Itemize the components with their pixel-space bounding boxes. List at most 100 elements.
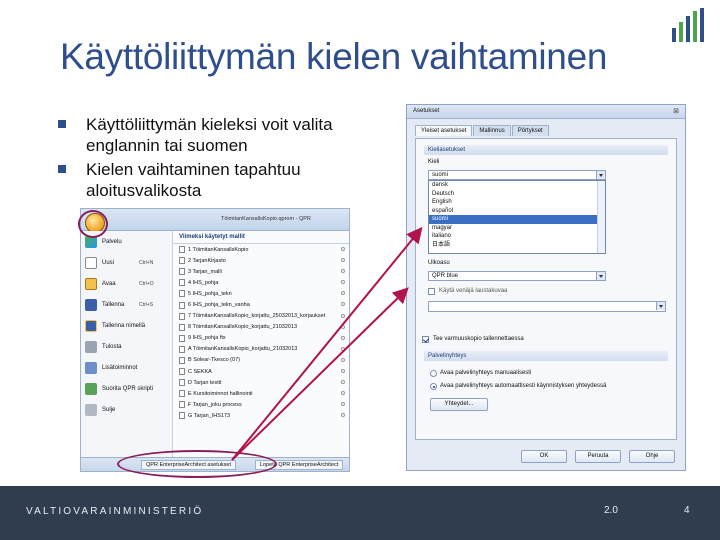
recent-item[interactable]: 7 TöimitanKansallsKopio_korjattu_2503201…: [173, 311, 349, 322]
footer-bar: VALTIOVARAINMINISTERIÖ 2.0 4: [0, 486, 720, 540]
document-icon: [179, 390, 185, 398]
chevron-down-icon[interactable]: [596, 171, 605, 179]
recent-item[interactable]: 3 Tarjan_malli: [173, 266, 349, 277]
radio-manual[interactable]: [430, 370, 437, 377]
menu-item-tallenna-nimella[interactable]: Tallenna nimellä: [81, 315, 172, 336]
language-option[interactable]: English: [429, 198, 605, 207]
print-icon: [85, 340, 97, 353]
pin-icon[interactable]: [341, 302, 345, 307]
footer-date: 2.0: [604, 505, 618, 516]
menu-item-avaa[interactable]: Avaa Ctrl+O: [81, 273, 172, 294]
pin-icon[interactable]: [341, 269, 345, 274]
recent-item[interactable]: C SEKKA: [173, 366, 349, 377]
language-select[interactable]: suomi: [428, 170, 606, 180]
menu-item-tallenna[interactable]: Tallenna Ctrl+S: [81, 294, 172, 315]
recent-item[interactable]: B Solear-Tkesco (07): [173, 355, 349, 366]
pin-icon[interactable]: [341, 380, 345, 385]
pin-icon[interactable]: [341, 346, 345, 351]
backup-checkbox[interactable]: [422, 336, 429, 343]
menu-item-uusi[interactable]: Uusi Ctrl+N: [81, 252, 172, 273]
radio-auto[interactable]: [430, 383, 437, 390]
language-option[interactable]: italiano: [429, 232, 605, 241]
pin-icon[interactable]: [341, 391, 345, 396]
recent-item[interactable]: 8 TöimitanKansallsKopio_korjattu_2103201…: [173, 322, 349, 333]
language-option[interactable]: 日本語: [429, 241, 605, 250]
general-pane: Kieliasetukset Kieli suomi Ulkoasu QPR b…: [415, 138, 677, 440]
background-path-field[interactable]: [428, 301, 666, 312]
language-option[interactable]: Deutsch: [429, 190, 605, 199]
chevron-down-icon[interactable]: [596, 272, 605, 280]
recent-header: Viimeksi käytetyt mallit: [173, 231, 349, 244]
recent-item[interactable]: G Tarjan_IHS173: [173, 410, 349, 421]
document-icon: [179, 312, 185, 320]
pin-icon[interactable]: [341, 280, 345, 285]
pin-icon[interactable]: [341, 247, 345, 251]
recent-item[interactable]: 6 IHS_pohja_tekn_vanha: [173, 299, 349, 310]
pin-icon[interactable]: [341, 369, 345, 374]
tools-icon: [85, 361, 97, 374]
bullet-list: Käyttöliittymän kieleksi voit valita eng…: [58, 114, 358, 201]
save-as-icon: [85, 319, 97, 332]
recent-models-panel: Viimeksi käytetyt mallit 1 TöimitanKansa…: [173, 231, 349, 457]
dropdown-scrollbar[interactable]: [597, 181, 605, 253]
radio-auto-label: Avaa palvelinyhteys automaattisesti käyn…: [440, 383, 607, 389]
language-option[interactable]: dansk: [429, 181, 605, 190]
language-option[interactable]: español: [429, 207, 605, 216]
recent-item[interactable]: A TöimitanKansallsKopio_korjattu_2103201…: [173, 344, 349, 355]
pin-icon[interactable]: [341, 313, 345, 318]
pin-icon[interactable]: [341, 335, 345, 340]
radio-manual-label: Avaa palvelinyhteys manuaalisesti: [440, 370, 532, 376]
window-title: TöimitanKansallsKopio.qprom - QPR: [221, 216, 311, 222]
highlight-circle-office-button: [78, 210, 108, 238]
close-icon: [85, 403, 97, 416]
backup-label: Tee varmuuskopio tallennettaessa: [433, 336, 524, 342]
document-icon: [179, 412, 185, 420]
language-option[interactable]: suomi: [429, 215, 605, 224]
menu-item-suorita-skripti[interactable]: Suorita QPR skripti: [81, 378, 172, 399]
pin-icon[interactable]: [341, 324, 345, 329]
recent-item[interactable]: 9 IHS_pohja ftx: [173, 333, 349, 344]
connections-button[interactable]: Yhteydet...: [430, 398, 488, 411]
ok-button[interactable]: OK: [521, 450, 567, 463]
dialog-titlebar: Asetukset ⊠: [407, 105, 685, 119]
background-checkbox[interactable]: [428, 288, 435, 295]
highlight-circle-settings: [117, 450, 277, 478]
recent-item[interactable]: E Kursitoiminnot hallinointi: [173, 388, 349, 399]
document-icon: [179, 279, 185, 287]
menu-titlebar: TöimitanKansallsKopio.qprom - QPR: [81, 209, 349, 233]
pin-icon[interactable]: [341, 413, 345, 418]
tab-general[interactable]: Yleiset asetukset: [415, 125, 473, 136]
menu-item-tulosta[interactable]: Tulosta: [81, 336, 172, 357]
language-option[interactable]: magyar: [429, 224, 605, 233]
menu-commands: Palvelu Uusi Ctrl+N Avaa Ctrl+O Tallenna Ct…: [81, 231, 173, 457]
pin-icon[interactable]: [341, 402, 345, 407]
recent-item[interactable]: 4 IHS_pohja: [173, 277, 349, 288]
document-icon: [179, 268, 185, 276]
recent-item[interactable]: 2 TarjanKirjasto: [173, 255, 349, 266]
settings-dialog: Asetukset ⊠ Yleiset asetukset Mallinnus …: [406, 104, 686, 471]
chevron-down-icon[interactable]: [656, 302, 665, 310]
layout-select[interactable]: QPR blue: [428, 271, 606, 281]
help-button[interactable]: Ohje: [629, 450, 675, 463]
recent-item[interactable]: 5 IHS_pohja_tekn: [173, 288, 349, 299]
pin-icon[interactable]: [341, 291, 345, 296]
menu-item-sulje[interactable]: Sulje: [81, 399, 172, 420]
recent-item[interactable]: F Tarjan_joku process: [173, 399, 349, 410]
document-icon: [179, 356, 185, 364]
script-icon: [85, 382, 97, 395]
recent-item[interactable]: D Tarjan testit: [173, 377, 349, 388]
pin-icon[interactable]: [341, 357, 345, 362]
close-icon[interactable]: ⊠: [673, 107, 679, 115]
menu-item-lisatoiminnot[interactable]: Lisätoiminnot: [81, 357, 172, 378]
pin-icon[interactable]: [341, 258, 345, 263]
page-number: 4: [684, 505, 690, 516]
bullet-item: Kielen vaihtaminen tapahtuu aloitusvalik…: [58, 159, 358, 201]
tab-modeling[interactable]: Mallinnus: [473, 125, 511, 136]
dialog-tabs: Yleiset asetukset Mallinnus Pörtykset: [415, 125, 550, 136]
layout-label: Ulkoasu: [428, 260, 450, 266]
recent-item[interactable]: 1 TöimitanKansallsKopio: [173, 244, 349, 255]
office-menu-screenshot: TöimitanKansallsKopio.qprom - QPR Palvel…: [80, 208, 350, 472]
cancel-button[interactable]: Peruuta: [575, 450, 621, 463]
document-icon: [179, 290, 185, 298]
tab-extensions[interactable]: Pörtykset: [511, 125, 549, 136]
